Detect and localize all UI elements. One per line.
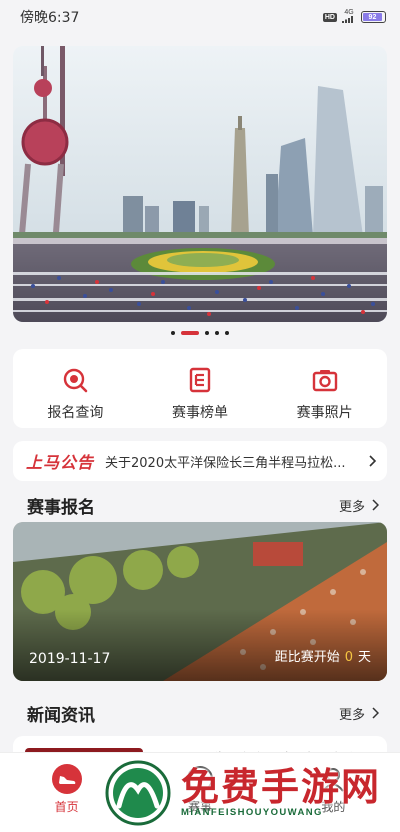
watermark-title: 免费手游网 [181, 765, 382, 809]
more-label: 更多 [338, 707, 365, 723]
event-countdown: 距比赛开始 0 天 [275, 646, 371, 665]
battery-icon: 92 [361, 11, 386, 23]
hero-banner[interactable] [13, 46, 387, 322]
more-label: 更多 [338, 499, 365, 515]
banner-pagination [0, 331, 400, 335]
status-icons: HD 4G 92 [322, 9, 386, 25]
signal-icon: 4G [342, 9, 356, 25]
camera-icon [312, 370, 337, 392]
marathon-photo [13, 46, 387, 322]
network-type: 4G [344, 9, 354, 16]
news-header: 新闻资讯 更多 [13, 702, 387, 726]
quick-action-registration-query[interactable]: 报名查询 [13, 349, 138, 428]
quick-actions: 报名查询 赛事榜单 赛事照片 [13, 349, 387, 428]
chevron-right-icon [369, 455, 377, 467]
quick-action-photos[interactable]: 赛事照片 [262, 349, 387, 428]
hd-icon: HD [322, 12, 337, 22]
countdown-value: 0 [344, 650, 353, 665]
notice-logo: 上马公告 [26, 453, 95, 472]
quick-action-label: 赛事照片 [296, 405, 353, 421]
status-bar: 傍晚6:37 HD 4G 92 [0, 0, 400, 34]
battery-level: 92 [368, 13, 377, 21]
watermark-logo-icon [105, 760, 171, 826]
event-card[interactable]: 2019-11-17 距比赛开始 0 天 [13, 522, 387, 681]
status-time: 傍晚6:37 [20, 10, 80, 26]
search-icon [64, 368, 88, 393]
chevron-right-icon [372, 707, 379, 719]
notice-bar[interactable]: 上马公告 关于2020太平洋保险长三角半程马拉松... [13, 441, 387, 481]
registration-header: 赛事报名 更多 [13, 494, 387, 518]
page-dot[interactable] [205, 331, 209, 335]
watermark-subtitle: MIANFEISHOUYOUWANG [181, 807, 323, 818]
section-title: 赛事报名 [27, 497, 95, 518]
site-watermark: 免费手游网 MIANFEISHOUYOUWANG [105, 760, 395, 830]
quick-action-rankings[interactable]: 赛事榜单 [138, 349, 263, 428]
shoe-icon [51, 764, 82, 794]
page-dot[interactable] [215, 331, 219, 335]
chevron-right-icon [372, 499, 379, 511]
countdown-prefix: 距比赛开始 [274, 650, 340, 665]
section-title: 新闻资讯 [27, 705, 95, 726]
page-dot[interactable] [171, 331, 175, 335]
ranking-list-icon [189, 367, 211, 393]
page-dot-active[interactable] [181, 331, 199, 335]
news-more-button[interactable]: 更多 [339, 704, 387, 723]
page-dot[interactable] [225, 331, 229, 335]
notice-text[interactable]: 关于2020太平洋保险长三角半程马拉松... [105, 452, 367, 471]
countdown-unit: 天 [357, 650, 371, 665]
registration-more-button[interactable]: 更多 [339, 496, 387, 515]
quick-action-label: 报名查询 [47, 405, 104, 421]
event-date: 2019-11-17 [29, 651, 111, 667]
quick-action-label: 赛事榜单 [172, 405, 228, 421]
tab-label: 首页 [54, 800, 79, 814]
